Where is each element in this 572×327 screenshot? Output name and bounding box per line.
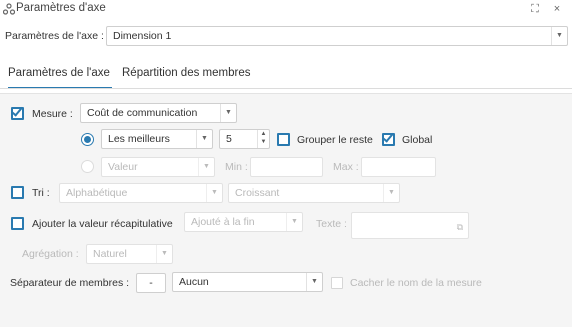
- chevron-down-icon: ▼: [156, 245, 172, 263]
- best-select-value: Les meilleurs: [108, 133, 170, 145]
- separator-label: Séparateur de membres :: [10, 277, 130, 289]
- sort-order-select[interactable]: Croissant ▼: [228, 183, 400, 203]
- count-value: 5: [226, 133, 232, 145]
- text-label: Texte :: [316, 218, 347, 230]
- sort-type-value: Alphabétique: [66, 187, 128, 199]
- group-rest-checkbox[interactable]: [277, 133, 290, 146]
- settings-icon: [2, 3, 16, 15]
- group-rest-label: Grouper le reste: [297, 134, 373, 146]
- max-input[interactable]: [361, 157, 436, 177]
- separator-select[interactable]: Aucun ▼: [172, 272, 323, 292]
- aggregation-select[interactable]: Naturel ▼: [86, 244, 173, 264]
- summary-checkbox[interactable]: [11, 217, 24, 230]
- chevron-down-icon: ▼: [551, 27, 567, 45]
- value-select[interactable]: Valeur ▼: [101, 157, 215, 177]
- sort-order-value: Croissant: [235, 187, 280, 199]
- separator-select-value: Aucun: [179, 276, 209, 288]
- measure-checkbox[interactable]: [11, 104, 24, 120]
- min-input[interactable]: [250, 157, 323, 177]
- hide-measure-name-label: Cacher le nom de la mesure: [350, 277, 482, 289]
- measure-select-value: Coût de communication: [87, 107, 198, 119]
- min-label: Min :: [225, 161, 248, 173]
- chevron-down-icon: ▼: [383, 184, 399, 202]
- axis-select-value: Dimension 1: [113, 30, 172, 42]
- summary-label: Ajouter la valeur récapitulative: [32, 218, 173, 230]
- value-radio[interactable]: [81, 160, 94, 173]
- tab-member-distribution[interactable]: Répartition des membres: [122, 65, 250, 89]
- window-title: Paramètres d'axe: [16, 2, 106, 14]
- hide-measure-name-checkbox[interactable]: [331, 277, 343, 289]
- chevron-down-icon: ▼: [286, 213, 302, 231]
- measure-label: Mesure :: [32, 108, 73, 120]
- tabs-divider: [0, 88, 572, 89]
- sort-checkbox[interactable]: [11, 186, 24, 199]
- axis-label: Paramètres de l'axe :: [5, 30, 104, 42]
- global-label: Global: [402, 134, 433, 146]
- aggregation-label: Agrégation :: [22, 248, 79, 260]
- maximize-icon[interactable]: ⛶: [527, 1, 543, 17]
- value-select-value: Valeur: [108, 161, 138, 173]
- summary-text-input[interactable]: ⧉: [351, 212, 469, 239]
- sort-label: Tri :: [32, 187, 50, 199]
- spinner-arrows-icon[interactable]: ▲ ▼: [257, 130, 269, 148]
- edit-icon[interactable]: ⧉: [457, 218, 463, 236]
- chevron-down-icon: ▼: [198, 158, 214, 176]
- aggregation-value: Naturel: [93, 248, 127, 260]
- measure-select[interactable]: Coût de communication ▼: [80, 103, 237, 123]
- summary-position-select[interactable]: Ajouté à la fin ▼: [184, 212, 303, 232]
- chevron-down-icon: ▼: [206, 184, 222, 202]
- tab-axis-settings[interactable]: Paramètres de l'axe: [8, 65, 112, 89]
- global-checkbox[interactable]: [382, 130, 395, 146]
- chevron-down-icon: ▼: [220, 104, 236, 122]
- max-label: Max :: [333, 161, 359, 173]
- chevron-down-icon: ▼: [196, 130, 212, 148]
- close-icon[interactable]: ×: [549, 1, 565, 17]
- count-stepper[interactable]: 5 ▲ ▼: [219, 129, 270, 149]
- best-select[interactable]: Les meilleurs ▼: [101, 129, 213, 149]
- separator-symbol-input[interactable]: -: [136, 273, 166, 293]
- axis-select[interactable]: Dimension 1 ▼: [106, 26, 568, 46]
- best-radio[interactable]: [81, 133, 94, 146]
- sort-type-select[interactable]: Alphabétique ▼: [59, 183, 223, 203]
- summary-position-value: Ajouté à la fin: [191, 216, 255, 228]
- title-bar: Paramètres d'axe ⛶ ×: [0, 0, 572, 20]
- chevron-down-icon: ▼: [306, 273, 322, 291]
